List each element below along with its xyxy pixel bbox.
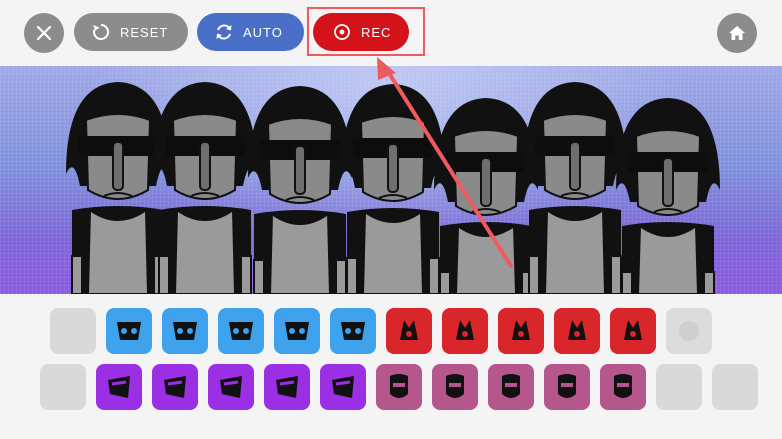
beats-sound-icon bbox=[285, 322, 309, 340]
beats-sound-slot[interactable] bbox=[106, 308, 152, 354]
ghost-sound-icon bbox=[679, 321, 699, 341]
effects-sound-icon bbox=[456, 320, 474, 340]
effects-sound-slot[interactable] bbox=[498, 308, 544, 354]
voices-sound-icon bbox=[614, 374, 632, 398]
effects-sound-slot[interactable] bbox=[554, 308, 600, 354]
performer-character[interactable] bbox=[434, 98, 538, 294]
empty-sound-slot[interactable] bbox=[656, 364, 702, 410]
empty-sound-slot[interactable] bbox=[50, 308, 96, 354]
effects-sound-icon bbox=[512, 320, 530, 340]
stage bbox=[0, 66, 782, 294]
melodies-sound-icon bbox=[220, 376, 242, 398]
beats-sound-slot[interactable] bbox=[162, 308, 208, 354]
melodies-sound-icon bbox=[164, 376, 186, 398]
sound-palette bbox=[0, 294, 782, 439]
beats-sound-icon bbox=[173, 322, 197, 340]
voices-sound-slot[interactable] bbox=[544, 364, 590, 410]
home-icon bbox=[729, 26, 745, 40]
effects-sound-slot[interactable] bbox=[386, 308, 432, 354]
close-icon bbox=[36, 25, 52, 41]
voices-sound-slot[interactable] bbox=[600, 364, 646, 410]
auto-label: AUTO bbox=[243, 24, 283, 40]
auto-button[interactable]: AUTO bbox=[197, 13, 304, 51]
effects-sound-slot[interactable] bbox=[442, 308, 488, 354]
voices-sound-icon bbox=[446, 374, 464, 398]
beats-sound-slot[interactable] bbox=[330, 308, 376, 354]
empty-sound-slot[interactable] bbox=[712, 364, 758, 410]
effects-sound-icon bbox=[400, 320, 418, 340]
ghost-sound-slot[interactable] bbox=[666, 308, 712, 354]
performer-character[interactable] bbox=[248, 86, 352, 294]
performer-character[interactable] bbox=[153, 82, 257, 294]
top-toolbar: RESET AUTO REC bbox=[0, 0, 782, 66]
performer-character[interactable] bbox=[66, 82, 170, 294]
voices-sound-slot[interactable] bbox=[432, 364, 478, 410]
voices-sound-icon bbox=[390, 374, 408, 398]
melodies-sound-icon bbox=[276, 376, 298, 398]
effects-sound-icon bbox=[568, 320, 586, 340]
close-button[interactable] bbox=[24, 13, 64, 53]
beats-sound-icon bbox=[117, 322, 141, 340]
melodies-sound-slot[interactable] bbox=[264, 364, 310, 410]
performers bbox=[66, 82, 720, 294]
performer-character[interactable] bbox=[523, 82, 627, 294]
reset-button[interactable]: RESET bbox=[74, 13, 188, 51]
beats-sound-slot[interactable] bbox=[274, 308, 320, 354]
beats-sound-icon bbox=[229, 322, 253, 340]
melodies-sound-slot[interactable] bbox=[320, 364, 366, 410]
melodies-sound-icon bbox=[332, 376, 354, 398]
melodies-sound-slot[interactable] bbox=[152, 364, 198, 410]
voices-sound-icon bbox=[502, 374, 520, 398]
home-button[interactable] bbox=[717, 13, 757, 53]
beats-sound-slot[interactable] bbox=[218, 308, 264, 354]
rec-highlight-box bbox=[307, 7, 425, 56]
voices-sound-icon bbox=[558, 374, 576, 398]
reset-label: RESET bbox=[120, 24, 169, 40]
melodies-sound-slot[interactable] bbox=[208, 364, 254, 410]
auto-icon bbox=[213, 21, 235, 43]
performer-character[interactable] bbox=[616, 98, 720, 294]
empty-sound-slot[interactable] bbox=[40, 364, 86, 410]
beats-sound-icon bbox=[341, 322, 365, 340]
melodies-sound-slot[interactable] bbox=[96, 364, 142, 410]
voices-sound-slot[interactable] bbox=[376, 364, 422, 410]
melodies-sound-icon bbox=[108, 376, 130, 398]
effects-sound-slot[interactable] bbox=[610, 308, 656, 354]
voices-sound-slot[interactable] bbox=[488, 364, 534, 410]
reset-icon bbox=[90, 21, 112, 43]
effects-sound-icon bbox=[624, 320, 642, 340]
performer-character[interactable] bbox=[341, 84, 445, 294]
